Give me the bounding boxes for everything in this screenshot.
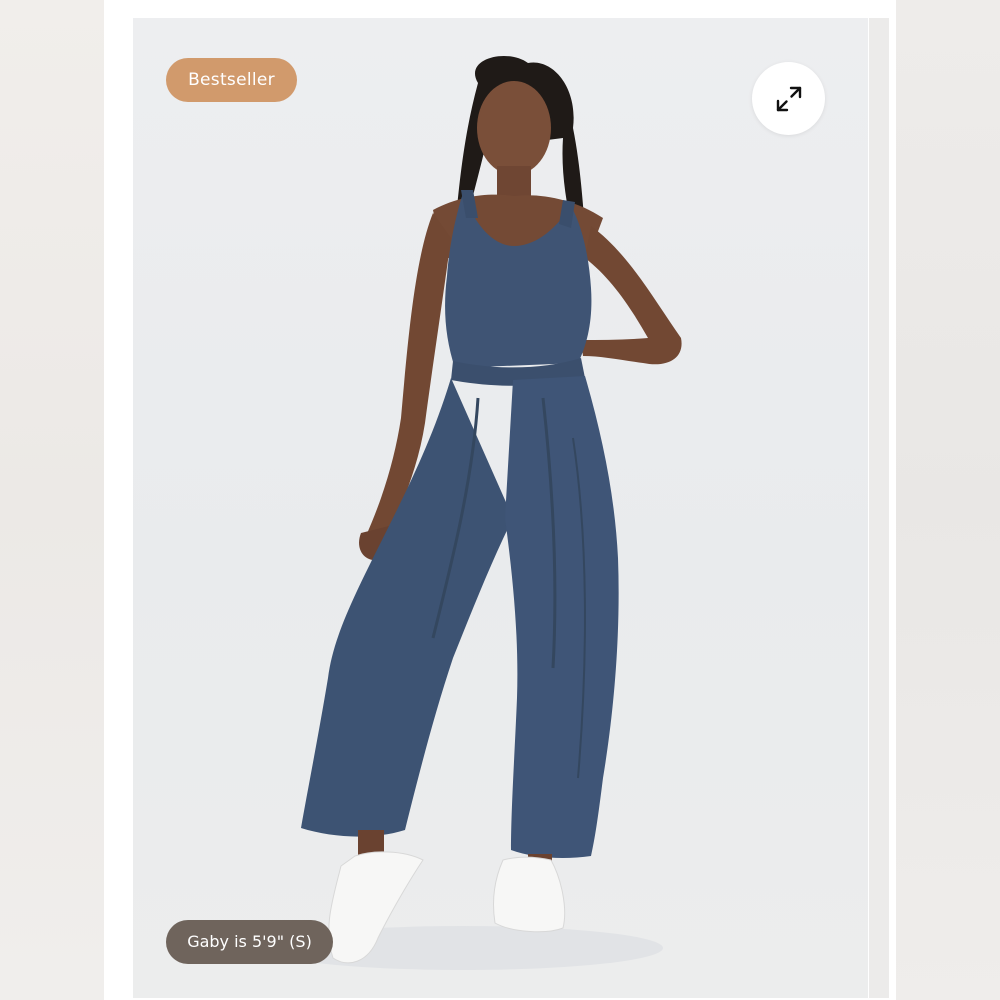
model-size-info: Gaby is 5'9" (S) bbox=[166, 920, 333, 964]
bestseller-badge: Bestseller bbox=[166, 58, 297, 102]
previous-image-preview[interactable] bbox=[0, 0, 104, 1000]
product-photo bbox=[263, 55, 682, 970]
product-gallery-screen: Bestseller Gaby is 5'9" (S) bbox=[0, 0, 1000, 1000]
next-image-edge bbox=[869, 18, 889, 998]
right-sneaker bbox=[492, 856, 566, 933]
pants-right-leg bbox=[505, 376, 619, 858]
right-arm bbox=[581, 226, 682, 365]
head bbox=[477, 81, 551, 175]
expand-arrows-icon bbox=[776, 86, 801, 111]
expand-image-button[interactable] bbox=[752, 62, 825, 135]
next-image-preview[interactable] bbox=[869, 0, 1000, 1000]
product-image-card[interactable]: Bestseller Gaby is 5'9" (S) bbox=[133, 18, 868, 998]
